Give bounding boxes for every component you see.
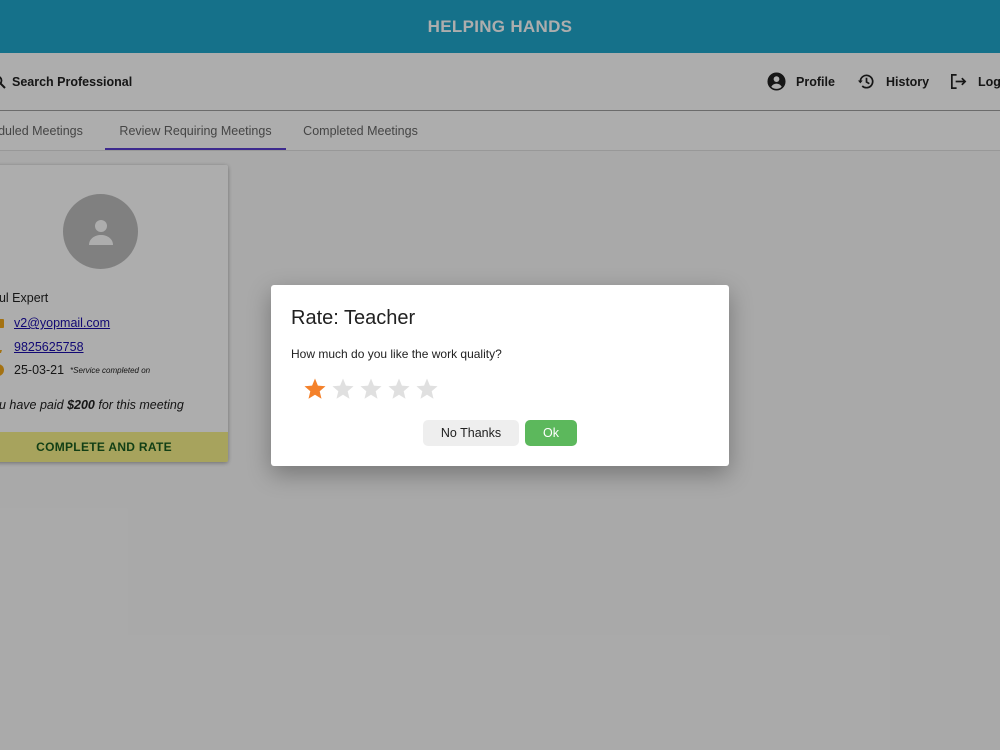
- no-thanks-button[interactable]: No Thanks: [423, 420, 519, 446]
- star-5-icon[interactable]: [415, 377, 439, 401]
- dialog-title: Rate: Teacher: [291, 307, 416, 329]
- star-1-icon[interactable]: [303, 377, 327, 401]
- star-2-icon[interactable]: [331, 377, 355, 401]
- rating-dialog: Rate: Teacher How much do you like the w…: [271, 285, 729, 466]
- star-3-icon[interactable]: [359, 377, 383, 401]
- dialog-actions: No Thanks Ok: [271, 420, 729, 446]
- ok-button[interactable]: Ok: [525, 420, 577, 446]
- star-rating: [303, 377, 439, 401]
- dialog-question: How much do you like the work quality?: [291, 347, 502, 361]
- star-4-icon[interactable]: [387, 377, 411, 401]
